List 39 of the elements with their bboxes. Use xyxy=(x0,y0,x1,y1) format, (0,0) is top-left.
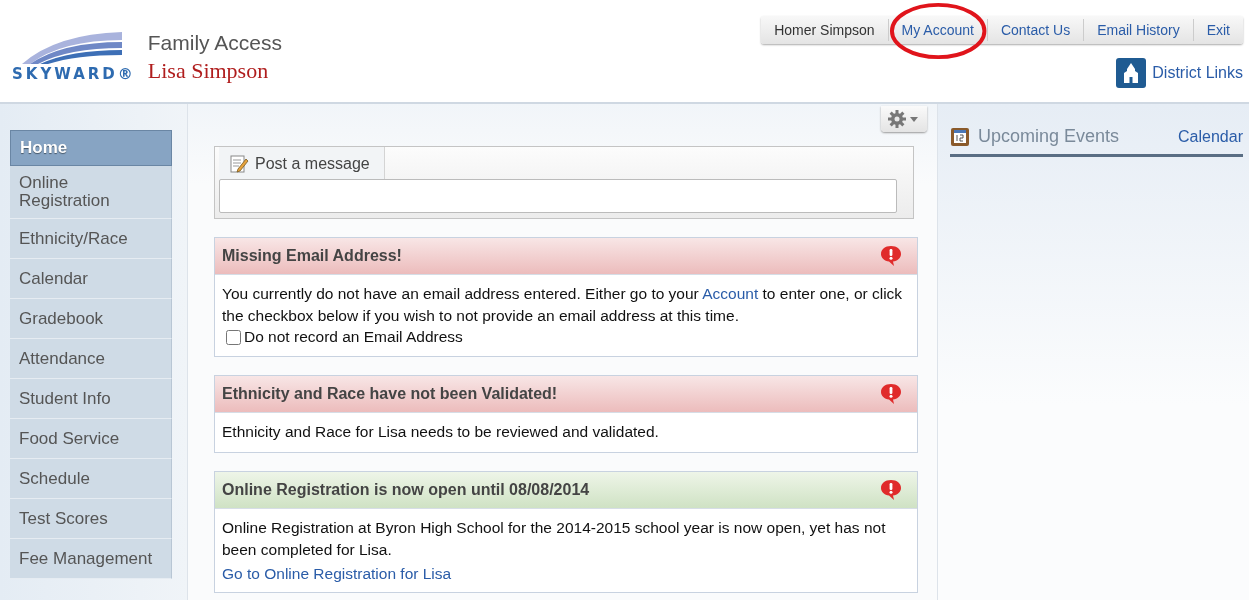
alert-title: Online Registration is now open until 08/08/2014 xyxy=(222,481,590,499)
account-link[interactable]: Account xyxy=(702,285,759,302)
settings-button[interactable] xyxy=(881,106,927,132)
post-message-tab[interactable]: Post a message xyxy=(219,147,385,179)
checkbox-label: Do not record an Email Address xyxy=(244,327,463,347)
alert-title: Missing Email Address! xyxy=(222,247,402,265)
message-input-field[interactable] xyxy=(219,179,897,213)
notepad-icon xyxy=(229,154,249,174)
exclamation-icon xyxy=(879,478,903,502)
user-name-link[interactable]: Homer Simpson xyxy=(774,22,875,38)
alert-title: Ethnicity and Race have not been Validated! xyxy=(222,385,558,403)
registration-link[interactable]: Go to Online Registration for Lisa xyxy=(222,565,910,583)
calendar-icon xyxy=(950,126,970,147)
skyward-logo: SKYWARD® xyxy=(12,28,136,84)
exclamation-icon xyxy=(879,382,903,406)
district-links-link[interactable]: District Links xyxy=(1116,58,1243,88)
sidebar-item[interactable]: Fee Management xyxy=(10,539,172,579)
alert-message: Online Registration at Byron High School for the 2014-2015 school year is now open, yet has not been completed for Lisa. xyxy=(222,518,887,560)
sidebar-item[interactable]: Ethnicity/Race xyxy=(10,219,172,259)
app-title: Family Access xyxy=(147,30,282,56)
panel-title: Upcoming Events xyxy=(978,126,1121,147)
alert-message: Ethnicity and Race for Lisa needs to be reviewed and validated. xyxy=(222,422,660,442)
alert-message: You currently do not have an email address entered. Either go to your Account to enter one, or click the checkbox below if you wish to not provide an email address at this time. xyxy=(222,284,904,326)
student-name: Lisa Simpson xyxy=(147,57,270,85)
sidebar-item[interactable]: Student Info xyxy=(10,379,172,419)
sidebar-item[interactable]: Online Registration xyxy=(10,166,172,219)
sidebar-item[interactable]: Schedule xyxy=(10,459,172,499)
nav-link[interactable]: Contact Us xyxy=(1000,22,1071,38)
nav-link[interactable]: Email History xyxy=(1097,22,1180,38)
sidebar-item[interactable]: Gradebook xyxy=(10,299,172,339)
sidebar-item[interactable]: Calendar xyxy=(10,259,172,299)
sidebar-item[interactable]: Attendance xyxy=(10,339,172,379)
building-icon xyxy=(1116,58,1147,88)
checkbox[interactable] xyxy=(226,329,241,345)
sidebar-item[interactable]: Test Scores xyxy=(10,499,172,539)
sidebar-item[interactable]: Food Service xyxy=(10,419,172,459)
exclamation-icon xyxy=(879,244,903,268)
nav-link[interactable]: Exit xyxy=(1206,22,1230,38)
calendar-link[interactable]: Calendar xyxy=(1178,127,1243,146)
